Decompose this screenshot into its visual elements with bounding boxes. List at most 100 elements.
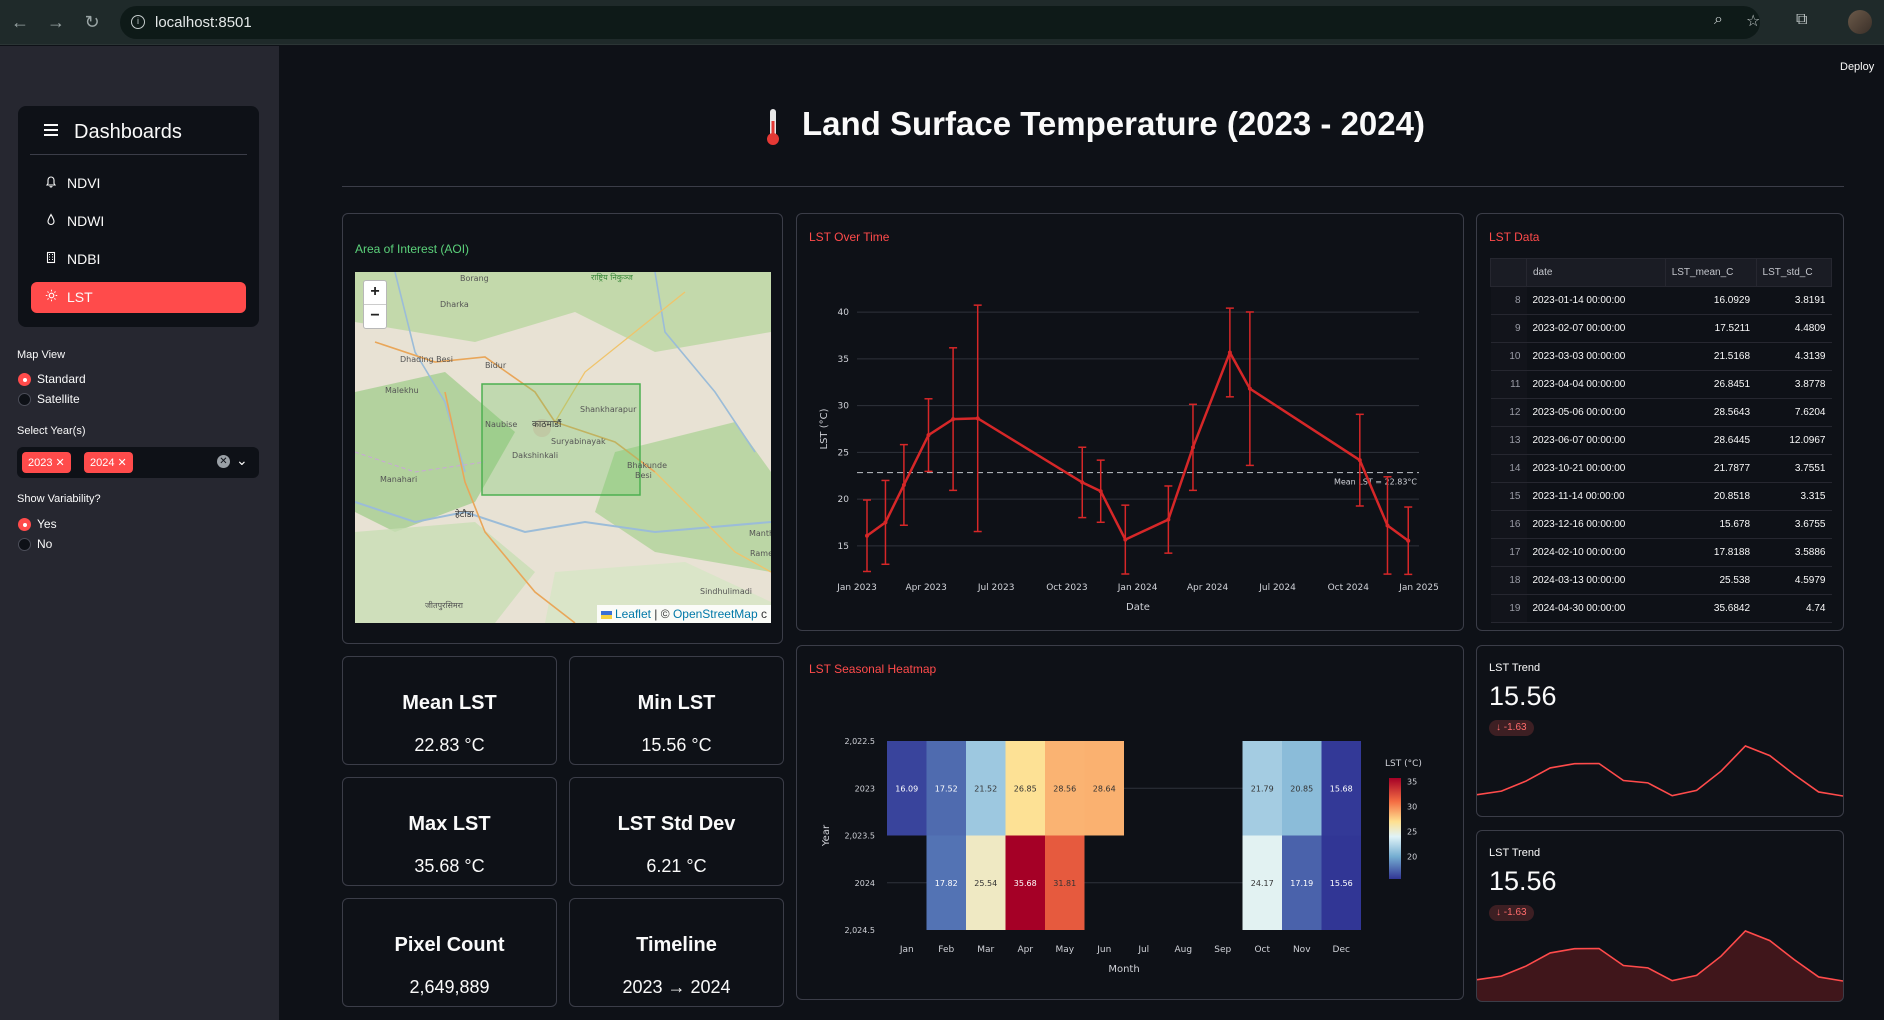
metric-value: 15.56 °C: [641, 735, 712, 755]
nav-item-ndwi[interactable]: NDWI: [31, 206, 246, 237]
table-cell: 4.3139: [1756, 342, 1832, 371]
cell-value-label: 20.85: [1290, 784, 1313, 793]
profile-avatar[interactable]: [1848, 10, 1872, 34]
year-multiselect[interactable]: 2023 ✕ 2024 ✕ ✕ ⌄: [17, 447, 259, 478]
table-row[interactable]: 8 2023-01-14 00:00:00 16.0929 3.8191: [1490, 286, 1832, 315]
remove-tag-icon[interactable]: ✕: [56, 457, 65, 469]
table-row[interactable]: 18 2024-03-13 00:00:00 25.538 4.5979: [1490, 566, 1832, 595]
table-row[interactable]: 9 2023-02-07 00:00:00 17.5211 4.4809: [1490, 314, 1832, 343]
svg-text:Rame: Rame: [750, 549, 771, 558]
table-cell: 21.7877: [1665, 454, 1757, 483]
metric-label: Timeline: [636, 934, 717, 956]
metric-card-timeline: Timeline 2023 → 2024: [569, 898, 784, 1007]
forward-arrow-icon[interactable]: →: [44, 10, 68, 34]
lst-data-table[interactable]: date LST_mean_C LST_std_C 8 2023-01-14 00…: [1490, 258, 1833, 623]
cell-value-label: 28.56: [1053, 784, 1076, 793]
table-row[interactable]: 19 2024-04-30 00:00:00 35.6842 4.74: [1490, 594, 1832, 623]
metric-value: 2023 → 2024: [622, 977, 731, 997]
lst-heatmap[interactable]: 16.09 17.52 21.52 26.85 28.56 28.64 21.79 20.85…: [797, 646, 1465, 1001]
leaflet-link[interactable]: Leaflet: [615, 607, 651, 621]
table-row[interactable]: 12 2023-05-06 00:00:00 28.5643 7.6204: [1490, 398, 1832, 427]
table-row[interactable]: 10 2023-03-03 00:00:00 21.5168 4.3139: [1490, 342, 1832, 371]
map-card-title: Area of Interest (AOI): [355, 242, 470, 256]
table-cell: 12.0967: [1756, 426, 1832, 455]
data-point: [926, 433, 931, 438]
table-cell: 3.7551: [1756, 454, 1832, 483]
radio-satellite[interactable]: [18, 393, 31, 406]
nav-item-label: NDWI: [67, 213, 105, 229]
table-cell: 2023-03-03 00:00:00: [1526, 342, 1666, 371]
cell-value-label: 28.64: [1093, 784, 1116, 793]
y-tick-label: 2,023.5: [844, 832, 875, 841]
table-cell: 16.0929: [1665, 286, 1757, 315]
map-zoom-control: + −: [363, 280, 387, 329]
radio-no[interactable]: [18, 538, 31, 551]
y-axis-label: Year: [821, 824, 832, 847]
table-row[interactable]: 13 2023-06-07 00:00:00 28.6445 12.0967: [1490, 426, 1832, 455]
year-tag[interactable]: 2024 ✕: [84, 452, 133, 473]
cell-value-label: 17.52: [935, 784, 958, 793]
colorbar-tick: 35: [1407, 777, 1417, 786]
row-index: 17: [1490, 538, 1527, 567]
x-tick-label: Feb: [938, 945, 954, 955]
column-header-mean[interactable]: LST_mean_C: [1664, 258, 1757, 287]
clear-icon[interactable]: ✕: [217, 455, 230, 468]
extensions-icon[interactable]: ⧉: [1796, 11, 1807, 29]
table-row[interactable]: 16 2023-12-16 00:00:00 15.678 3.6755: [1490, 510, 1832, 539]
nav-item-ndbi[interactable]: NDBI: [31, 244, 246, 275]
row-index: 10: [1490, 342, 1527, 371]
aoi-map[interactable]: Borang Dharka Dhading Besi Bidur Malekhu…: [355, 272, 771, 623]
table-row[interactable]: 17 2024-02-10 00:00:00 17.8188 3.5886: [1490, 538, 1832, 567]
x-tick-label: Jul 2023: [977, 583, 1015, 593]
browser-toolbar: ← → ↻ i localhost:8501 ⌕ ☆ ⧉: [0, 0, 1884, 45]
data-point: [901, 482, 906, 487]
metric-card-max: Max LST 35.68 °C: [342, 777, 557, 886]
column-header-std[interactable]: LST_std_C: [1755, 258, 1833, 287]
address-bar[interactable]: i localhost:8501: [120, 6, 1760, 39]
sun-icon: [44, 289, 58, 305]
lst-over-time-card: LST Over Time 15 20 25 30 35 40 Jan 2023 Apr 20…: [796, 213, 1464, 631]
x-tick-label: Jan 2024: [1117, 583, 1158, 593]
nav-item-lst[interactable]: LST: [31, 282, 246, 313]
x-tick-label: Oct 2024: [1328, 583, 1370, 593]
year-tag[interactable]: 2023 ✕: [22, 452, 71, 473]
remove-tag-icon[interactable]: ✕: [118, 457, 127, 469]
site-info-icon[interactable]: i: [131, 15, 145, 29]
nav-item-label: NDBI: [67, 251, 101, 267]
colorbar-tick: 30: [1407, 803, 1417, 812]
zoom-out-button[interactable]: −: [364, 305, 386, 329]
osm-link[interactable]: OpenStreetMap: [673, 607, 758, 621]
nav-item-ndvi[interactable]: NDVI: [31, 168, 246, 199]
colorbar-tick: 20: [1407, 853, 1417, 862]
table-row[interactable]: 14 2023-10-21 00:00:00 21.7877 3.7551: [1490, 454, 1832, 483]
zoom-in-button[interactable]: +: [364, 281, 386, 305]
zoom-icon[interactable]: ⌕: [1714, 11, 1723, 29]
menu-icon[interactable]: [44, 124, 58, 136]
cell-value-label: 25.54: [974, 879, 997, 888]
radio-yes[interactable]: [18, 518, 31, 531]
table-row[interactable]: 15 2023-11-14 00:00:00 20.8518 3.315: [1490, 482, 1832, 511]
svg-text:Suryabinayak: Suryabinayak: [551, 437, 606, 446]
bookmark-star-icon[interactable]: ☆: [1746, 11, 1760, 31]
column-header-date[interactable]: date: [1526, 258, 1666, 287]
y-tick-label: 2,022.5: [844, 737, 875, 746]
deploy-button[interactable]: Deploy: [1840, 61, 1874, 73]
y-tick-label: 2,024.5: [844, 926, 875, 935]
back-arrow-icon[interactable]: ←: [8, 10, 32, 34]
data-point: [1098, 489, 1103, 494]
column-header-index[interactable]: [1490, 258, 1527, 287]
table-row[interactable]: 11 2023-04-04 00:00:00 26.8451 3.8778: [1490, 370, 1832, 399]
nav-item-label: NDVI: [67, 175, 101, 191]
data-point: [1080, 480, 1085, 485]
reload-icon[interactable]: ↻: [80, 10, 104, 34]
x-tick-label: May: [1055, 945, 1074, 955]
chevron-down-icon[interactable]: ⌄: [236, 452, 248, 469]
year-select-label: Select Year(s): [17, 425, 86, 437]
radio-standard[interactable]: [18, 373, 31, 386]
row-index: 18: [1490, 566, 1527, 595]
lst-line-chart[interactable]: 15 20 25 30 35 40 Jan 2023 Apr 2023 Jul 2023 Oct …: [797, 214, 1465, 632]
radio-satellite-label: Satellite: [37, 392, 80, 406]
menu-divider: [30, 154, 247, 155]
variability-label: Show Variability?: [17, 493, 101, 505]
svg-text:काठमाडौं: काठमाडौं: [532, 418, 562, 430]
